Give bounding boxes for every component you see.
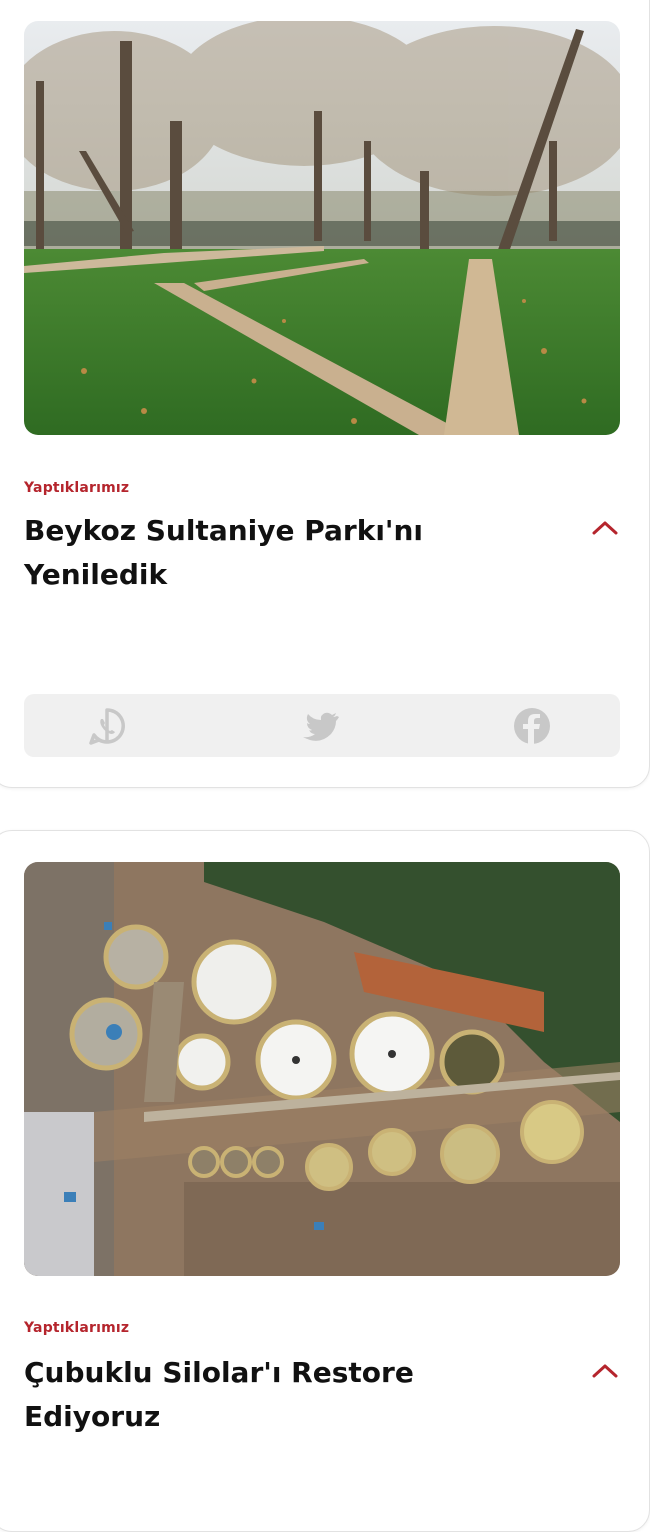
whatsapp-icon[interactable]: [87, 706, 127, 746]
share-bar: [24, 694, 620, 757]
silo-photo[interactable]: [24, 862, 620, 1276]
chevron-up-icon[interactable]: [591, 1361, 619, 1381]
article-title[interactable]: Çubuklu Silolar'ı Restore Ediyoruz: [24, 1351, 544, 1439]
facebook-icon[interactable]: [512, 706, 552, 746]
news-card-1[interactable]: Yaptıklarımız Beykoz Sultaniye Parkı'nı …: [0, 0, 650, 788]
park-photo[interactable]: [24, 21, 620, 435]
category-label[interactable]: Yaptıklarımız: [24, 480, 129, 496]
chevron-up-icon[interactable]: [591, 518, 619, 538]
park-image: [24, 21, 620, 435]
silo-image: [24, 862, 620, 1276]
category-label[interactable]: Yaptıklarımız: [24, 1320, 129, 1336]
article-title[interactable]: Beykoz Sultaniye Parkı'nı Yeniledik: [24, 509, 544, 597]
twitter-icon[interactable]: [301, 706, 341, 746]
news-card-2[interactable]: Yaptıklarımız Çubuklu Silolar'ı Restore …: [0, 830, 650, 1532]
